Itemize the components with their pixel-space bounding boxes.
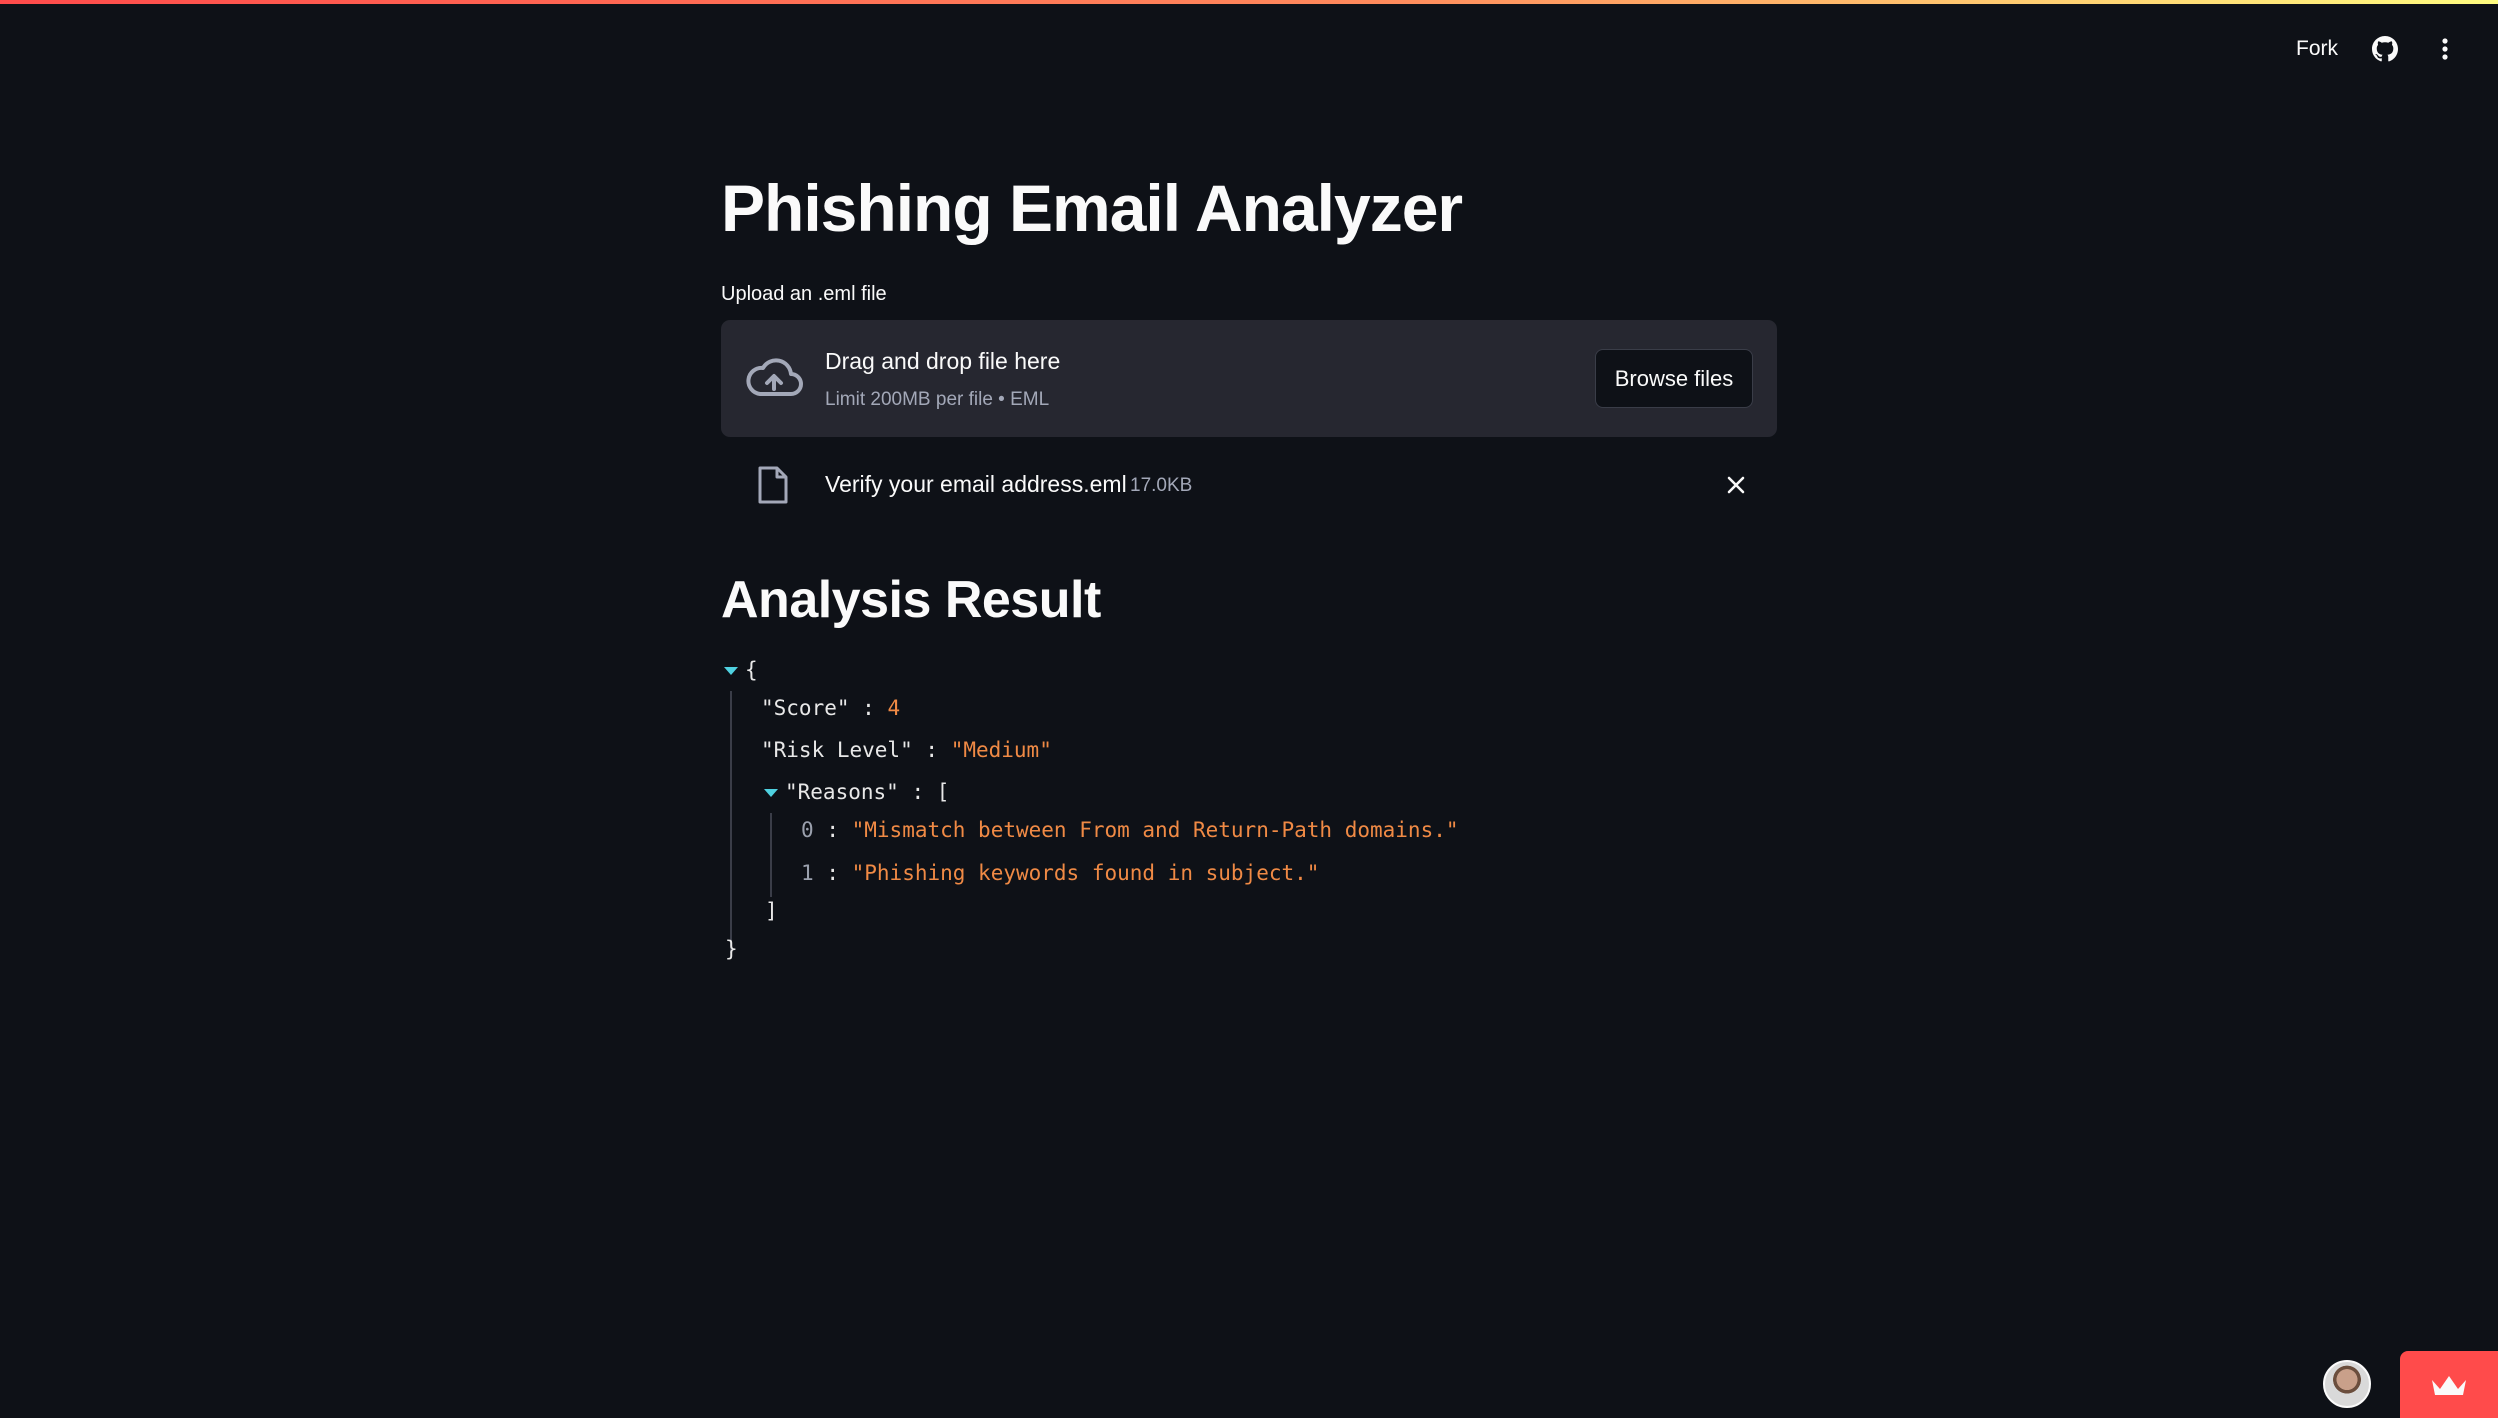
dropzone-title: Drag and drop file here: [825, 348, 1061, 374]
collapse-reasons-toggle-icon[interactable]: [764, 789, 778, 797]
json-open-brace: {: [745, 658, 758, 682]
json-colon: :: [862, 696, 875, 720]
file-icon: [758, 466, 788, 504]
dropzone-limit-text: Limit 200MB per file • EML: [825, 389, 1050, 410]
uploaded-file-name: Verify your email address.eml: [825, 471, 1127, 497]
github-icon[interactable]: [2372, 36, 2398, 62]
json-indent-guide: [770, 813, 772, 897]
uploaded-file-size: 17.0KB: [1130, 475, 1193, 496]
json-array-index: 1: [801, 861, 814, 885]
page-title: Phishing Email Analyzer: [721, 171, 1463, 245]
fork-button[interactable]: Fork: [2296, 37, 2338, 61]
json-open-bracket: [: [936, 780, 950, 804]
json-colon: :: [826, 818, 839, 842]
json-close-brace: }: [725, 937, 738, 961]
json-viewer: { "Score" : 4 "Risk Level" : "Medium" "R…: [721, 655, 1777, 975]
cloud-upload-icon: [746, 358, 803, 396]
json-key: "Reasons": [785, 780, 899, 804]
json-colon: :: [925, 738, 939, 762]
top-decoration-bar: [0, 0, 2498, 4]
user-avatar[interactable]: [2323, 1360, 2371, 1408]
close-icon[interactable]: [1723, 472, 1749, 498]
json-risk-row: "Risk Level" : "Medium": [761, 735, 1052, 765]
uploader-label: Upload an .eml file: [721, 283, 887, 305]
file-dropzone[interactable]: Drag and drop file here Limit 200MB per …: [721, 320, 1777, 437]
uploaded-file-row: Verify your email address.eml 17.0KB: [721, 462, 1777, 508]
json-score-row: "Score" : 4: [761, 693, 900, 723]
browse-files-button[interactable]: Browse files: [1595, 349, 1753, 408]
json-reasons-row: "Reasons" : [: [785, 777, 949, 807]
json-reason-item: 1 : "Phishing keywords found in subject.…: [801, 858, 1319, 888]
json-array-index: 0: [801, 818, 814, 842]
analysis-result-heading: Analysis Result: [721, 571, 1101, 629]
crown-icon[interactable]: [2400, 1351, 2498, 1418]
json-colon: :: [911, 780, 925, 804]
json-colon: :: [826, 861, 839, 885]
json-risk-value: "Medium": [950, 738, 1052, 762]
json-reason-value: "Phishing keywords found in subject.": [851, 861, 1320, 885]
collapse-root-toggle-icon[interactable]: [724, 667, 738, 675]
json-score-value: 4: [887, 696, 901, 720]
json-reason-item: 0 : "Mismatch between From and Return-Pa…: [801, 815, 1459, 845]
header-actions: Fork: [2296, 36, 2458, 62]
json-close-bracket: ]: [765, 899, 778, 923]
kebab-menu-icon[interactable]: [2432, 36, 2458, 62]
json-indent-guide: [730, 691, 732, 953]
json-key: "Score": [761, 696, 850, 720]
json-key: "Risk Level": [761, 738, 913, 762]
json-reason-value: "Mismatch between From and Return-Path d…: [851, 818, 1459, 842]
